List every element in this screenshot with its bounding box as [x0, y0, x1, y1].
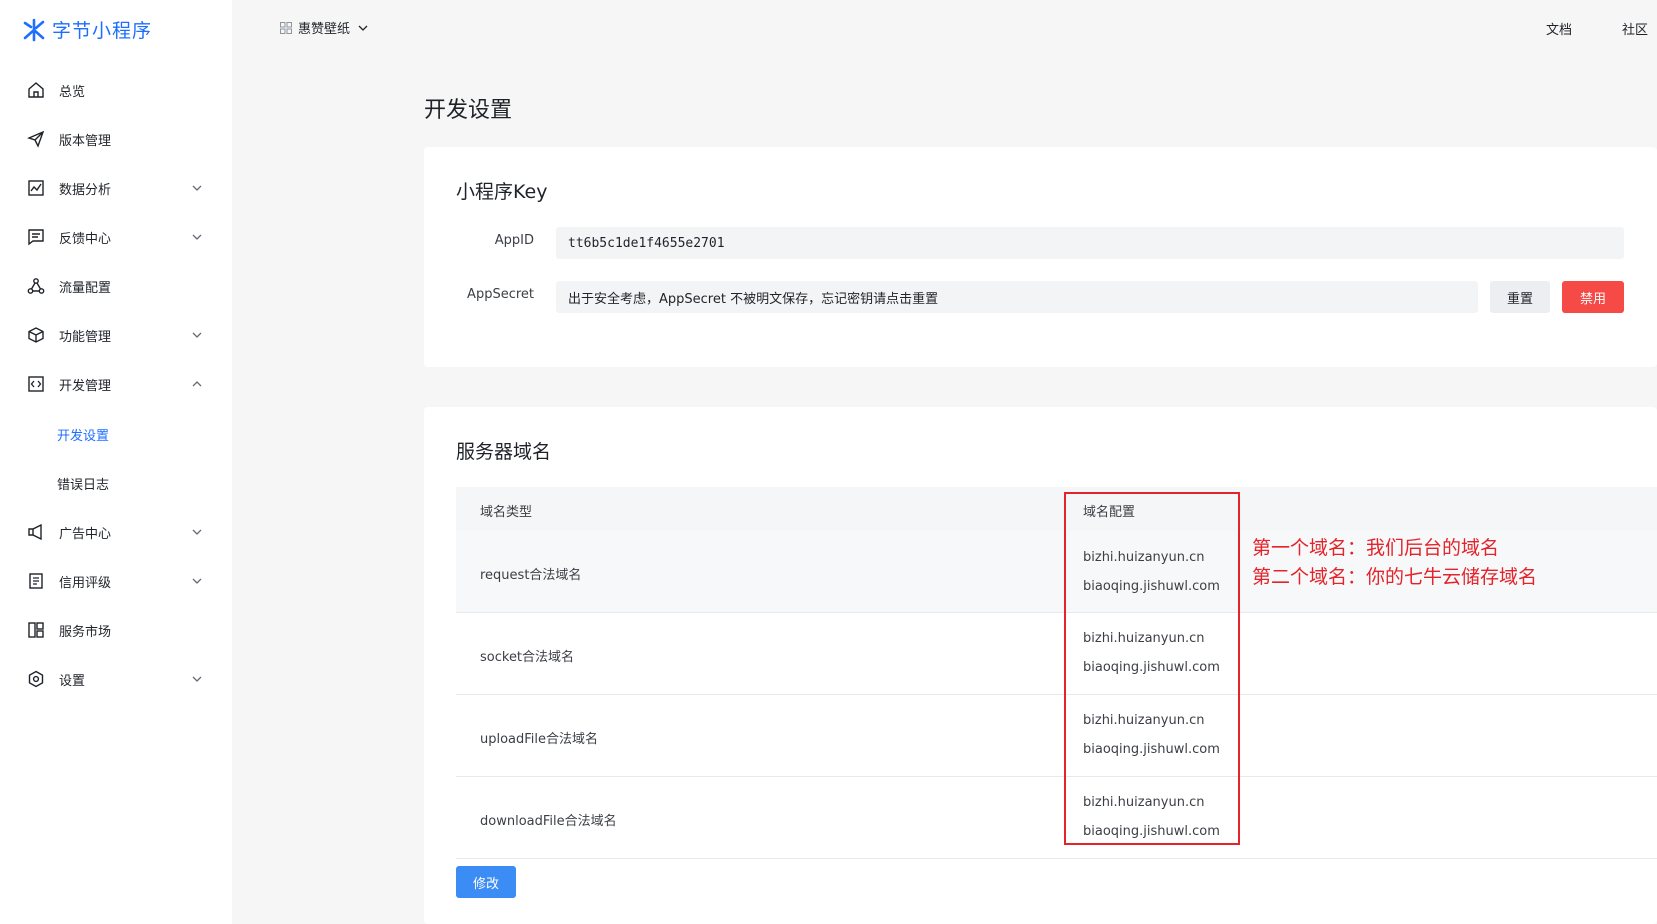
- app-key-title: 小程序Key: [456, 181, 548, 203]
- appsecret-label: AppSecret: [467, 287, 534, 302]
- domain-type: uploadFile合法域名: [480, 732, 599, 747]
- chevron-down-icon: [192, 185, 202, 191]
- sidebar-item-settings[interactable]: 设置: [0, 659, 232, 699]
- sidebar-item-label: 版本管理: [59, 133, 112, 149]
- chevron-down-icon: [192, 529, 202, 535]
- sidebar-item-features[interactable]: 功能管理: [0, 315, 232, 355]
- domain-type: socket合法域名: [480, 650, 575, 665]
- appsecret-value: 出于安全考虑，AppSecret 不被明文保存，忘记密钥请点击重置: [568, 291, 939, 307]
- layout-icon: [28, 622, 44, 638]
- domain-type: request合法域名: [480, 568, 582, 583]
- table-row: downloadFile合法域名 bizhi.huizanyun.cn biao…: [456, 777, 1657, 859]
- sidebar-item-label: 总览: [59, 84, 86, 100]
- sidebar-item-analytics[interactable]: 数据分析: [0, 168, 232, 208]
- sidebar-subitem-label: 开发设置: [57, 428, 110, 444]
- sidebar-item-label: 开发管理: [59, 378, 112, 394]
- sidebar-item-versions[interactable]: 版本管理: [0, 119, 232, 159]
- docs-link[interactable]: 文档: [1546, 19, 1572, 38]
- sidebar-subitem-label: 错误日志: [57, 477, 110, 493]
- app-switcher[interactable]: 惠赞壁纸: [280, 18, 370, 37]
- chevron-down-icon: [192, 578, 202, 584]
- annotation-highlight-box: [1064, 492, 1240, 845]
- app-name: 惠赞壁纸: [298, 22, 351, 37]
- chart-icon: [28, 180, 44, 196]
- sidebar-item-label: 设置: [59, 673, 86, 689]
- brand-logo-icon: [23, 18, 45, 41]
- cube-icon: [28, 327, 44, 343]
- sidebar-item-overview[interactable]: 总览: [0, 70, 232, 110]
- sidebar-item-feedback[interactable]: 反馈中心: [0, 217, 232, 257]
- table-row: socket合法域名 bizhi.huizanyun.cn biaoqing.j…: [456, 613, 1657, 695]
- brand-name: 字节小程序: [52, 20, 153, 42]
- megaphone-icon: [28, 523, 42, 541]
- column-header-type: 域名类型: [480, 505, 533, 520]
- document-icon: [29, 573, 43, 589]
- appsecret-field[interactable]: 出于安全考虑，AppSecret 不被明文保存，忘记密钥请点击重置: [556, 281, 1478, 313]
- table-row: uploadFile合法域名 bizhi.huizanyun.cn biaoqi…: [456, 695, 1657, 777]
- network-icon: [27, 278, 45, 294]
- appid-value: tt6b5c1de1f4655e2701: [568, 235, 725, 251]
- settings-icon: [28, 670, 44, 688]
- grid-icon: [280, 21, 292, 34]
- table-header: 域名类型 域名配置: [456, 487, 1657, 531]
- sidebar-item-credit[interactable]: 信用评级: [0, 561, 232, 601]
- sidebar-item-label: 信用评级: [59, 575, 112, 591]
- page-title: 开发设置: [424, 98, 513, 123]
- annotation-note-second: 第二个域名：你的七牛云储存域名: [1252, 566, 1538, 588]
- top-bar: 惠赞壁纸 文档 社区: [232, 0, 1657, 56]
- chevron-down-icon: [358, 25, 368, 31]
- reset-button[interactable]: 重置: [1490, 281, 1550, 313]
- server-domain-card: 服务器域名 域名类型 域名配置 request合法域名 bizhi.huizan…: [424, 407, 1657, 924]
- sidebar-item-label: 广告中心: [59, 526, 112, 542]
- domain-type: downloadFile合法域名: [480, 814, 617, 829]
- code-icon: [28, 376, 44, 392]
- appid-label: AppID: [494, 233, 534, 248]
- sidebar-item-label: 流量配置: [59, 280, 112, 296]
- chevron-down-icon: [192, 234, 202, 240]
- sidebar-item-service-market[interactable]: 服务市场: [0, 610, 232, 650]
- sidebar-subitem-dev-settings[interactable]: 开发设置: [0, 416, 232, 452]
- chevron-up-icon: [192, 381, 202, 387]
- chevron-down-icon: [192, 332, 202, 338]
- sidebar-subitem-error-log[interactable]: 错误日志: [0, 465, 232, 501]
- send-icon: [27, 130, 45, 148]
- chevron-down-icon: [192, 676, 202, 682]
- sidebar: 字节小程序 总览 版本管理 数据分析 反馈中心 流量配置 功能管理 开发管理 开…: [0, 0, 232, 924]
- disable-button[interactable]: 禁用: [1562, 281, 1624, 313]
- appid-field[interactable]: tt6b5c1de1f4655e2701: [556, 227, 1624, 259]
- sidebar-item-label: 反馈中心: [59, 231, 112, 247]
- sidebar-item-label: 服务市场: [59, 624, 112, 640]
- message-icon: [28, 229, 44, 246]
- annotation-note-first: 第一个域名：我们后台的域名: [1252, 537, 1500, 559]
- sidebar-item-ads[interactable]: 广告中心: [0, 512, 232, 552]
- app-key-card: 小程序Key AppID tt6b5c1de1f4655e2701 AppSec…: [424, 147, 1657, 367]
- sidebar-item-traffic[interactable]: 流量配置: [0, 266, 232, 306]
- server-domain-title: 服务器域名: [456, 441, 552, 463]
- sidebar-item-label: 数据分析: [59, 182, 112, 198]
- community-link[interactable]: 社区: [1622, 19, 1648, 38]
- sidebar-item-label: 功能管理: [59, 329, 112, 345]
- home-icon: [28, 82, 44, 98]
- brand-logo[interactable]: 字节小程序: [22, 16, 152, 43]
- sidebar-item-dev-management[interactable]: 开发管理: [0, 364, 232, 404]
- modify-button[interactable]: 修改: [456, 866, 516, 898]
